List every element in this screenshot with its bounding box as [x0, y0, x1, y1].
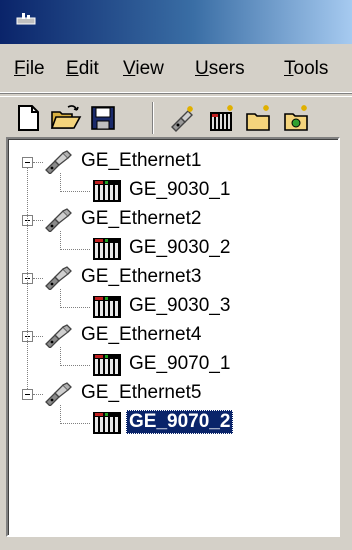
menu-tools-mnemonic: T [284, 58, 294, 79]
menu-edit[interactable]: Edit [66, 56, 99, 82]
tree-connector [33, 336, 43, 337]
tree-connector [60, 365, 90, 366]
collapse-toggle[interactable] [22, 389, 33, 400]
menu-view-mnemonic: V [123, 58, 136, 79]
menu-users[interactable]: Users [195, 56, 245, 82]
toolbar-separator [152, 102, 154, 134]
tree-connector [33, 278, 43, 279]
menu-view-label: iew [135, 58, 164, 79]
menu-file-mnemonic: F [14, 58, 26, 79]
menu-tools[interactable]: Tools [284, 56, 328, 82]
device-node-label-selected[interactable]: GE_9070_2 [126, 410, 234, 434]
plc-device-icon [92, 237, 122, 266]
menu-users-label: sers [208, 58, 245, 79]
menu-file-label: ile [25, 58, 45, 79]
new-file-button[interactable] [14, 103, 44, 133]
new-channel-button[interactable] [168, 103, 198, 133]
device-node-label[interactable]: GE_9070_1 [126, 352, 233, 376]
tree-connector [60, 231, 61, 250]
plc-device-icon [92, 411, 122, 440]
device-node-label[interactable]: GE_9030_1 [126, 178, 233, 202]
plc-device-icon [92, 179, 122, 208]
tree-connector [60, 289, 61, 308]
device-node-label[interactable]: GE_9030_3 [126, 294, 233, 318]
device-node-label[interactable]: GE_9030_2 [126, 236, 233, 260]
tree-connector [60, 173, 61, 192]
channel-node-label[interactable]: GE_Ethernet3 [78, 265, 204, 289]
plc-device-icon [92, 353, 122, 382]
tree-connector [60, 191, 90, 192]
ethernet-channel-icon [44, 266, 74, 295]
tree-connector [60, 347, 61, 366]
menu-view[interactable]: View [123, 56, 164, 82]
tree-connector [33, 220, 43, 221]
project-tree[interactable]: GE_Ethernet1 GE_9030_1 GE_Ethernet2 GE_9030… [6, 137, 340, 537]
ethernet-channel-icon [44, 324, 74, 353]
menu-bar: File Edit View Users Tools [0, 46, 352, 93]
channel-node-label[interactable]: GE_Ethernet5 [78, 381, 204, 405]
app-icon[interactable] [16, 12, 36, 31]
menu-users-mnemonic: U [195, 58, 209, 79]
tree-connector [60, 423, 90, 424]
ethernet-channel-icon [44, 150, 74, 179]
title-bar[interactable] [0, 0, 352, 44]
channel-node-label[interactable]: GE_Ethernet2 [78, 207, 204, 231]
tree-connector [60, 307, 90, 308]
tree-connector [33, 394, 43, 395]
menu-edit-mnemonic: E [66, 58, 79, 79]
tree-trunk-line [27, 168, 28, 389]
toolbar [0, 96, 352, 139]
tree-connector [60, 249, 90, 250]
collapse-toggle[interactable] [22, 157, 33, 168]
new-group-button[interactable] [244, 103, 274, 133]
channel-node-label[interactable]: GE_Ethernet4 [78, 323, 204, 347]
new-tag-button[interactable] [282, 103, 312, 133]
menu-tools-label: ools [293, 58, 329, 79]
ethernet-channel-icon [44, 382, 74, 411]
plc-device-icon [92, 295, 122, 324]
tree-connector [60, 405, 61, 424]
tree-connector [33, 162, 43, 163]
new-device-button[interactable] [206, 103, 236, 133]
save-button[interactable] [88, 103, 118, 133]
menu-file[interactable]: File [14, 56, 45, 82]
open-folder-button[interactable] [50, 103, 82, 133]
menu-edit-label: dit [78, 58, 99, 79]
channel-node-label[interactable]: GE_Ethernet1 [78, 149, 204, 173]
ethernet-channel-icon [44, 208, 74, 237]
